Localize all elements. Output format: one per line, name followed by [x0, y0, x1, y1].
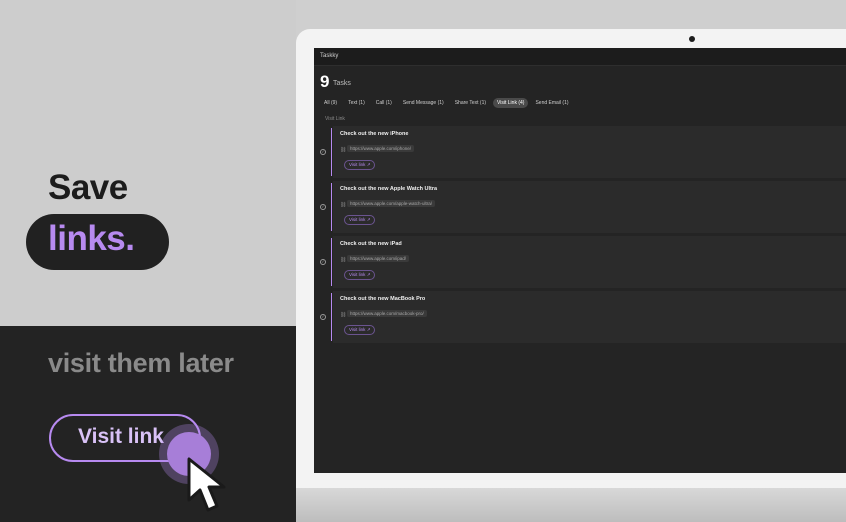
app-window: Taskky 9 Tasks All (9) Text (1) Call (1)…	[314, 48, 846, 473]
visit-link-chip[interactable]: Visit link ↗	[344, 160, 376, 170]
filter-tab-visit-link[interactable]: Visit Link (4)	[493, 98, 529, 108]
task-card[interactable]: Check out the new iPad ⛓ https://www.app…	[333, 236, 846, 288]
external-link-icon: ↗	[366, 217, 371, 222]
task-card[interactable]: Check out the new MacBook Pro ⛓ https://…	[333, 291, 846, 343]
task-list: ✓ Check out the new iPhone ⛓ https://www…	[318, 126, 846, 346]
visit-link-chip[interactable]: Visit link ↗	[344, 270, 376, 280]
link-icon: ⛓	[340, 312, 347, 318]
headline-save: Save	[48, 168, 128, 207]
task-title: Check out the new iPhone	[340, 131, 409, 137]
filter-tabs: All (9) Text (1) Call (1) Send Message (…	[320, 98, 573, 108]
task-title: Check out the new iPad	[340, 241, 402, 247]
link-icon: ⛓	[340, 147, 347, 153]
task-url[interactable]: https://www.apple.com/ipad/	[347, 255, 410, 262]
task-accent-bar	[331, 238, 332, 286]
task-accent-bar	[331, 128, 332, 176]
task-checkbox[interactable]: ✓	[320, 259, 326, 265]
task-checkbox[interactable]: ✓	[320, 149, 326, 155]
filter-tab-share-text[interactable]: Share Text (1)	[451, 98, 490, 108]
cursor-arrow-icon	[187, 457, 226, 512]
filter-tab-text[interactable]: Text (1)	[344, 98, 369, 108]
task-url[interactable]: https://www.apple.com/apple-watch-ultra/	[347, 200, 436, 207]
task-count-label: Tasks	[333, 80, 351, 87]
visit-link-chip-label: Visit link	[349, 272, 366, 277]
task-item: ✓ Check out the new iPhone ⛓ https://www…	[318, 126, 846, 178]
task-title: Check out the new Apple Watch Ultra	[340, 186, 438, 192]
camera-icon	[689, 36, 695, 42]
external-link-icon: ↗	[366, 272, 371, 277]
task-card[interactable]: Check out the new Apple Watch Ultra ⛓ ht…	[333, 181, 846, 233]
visit-link-button-label: Visit link	[78, 425, 164, 448]
title-bar	[314, 48, 846, 66]
visit-link-chip[interactable]: Visit link ↗	[344, 215, 376, 225]
task-checkbox[interactable]: ✓	[320, 204, 326, 210]
external-link-icon: ↗	[366, 162, 371, 167]
task-accent-bar	[331, 183, 332, 231]
task-item: ✓ Check out the new iPad ⛓ https://www.a…	[318, 236, 846, 288]
filter-tab-call[interactable]: Call (1)	[372, 98, 396, 108]
task-checkbox[interactable]: ✓	[320, 314, 326, 320]
filter-tab-send-email[interactable]: Send Email (1)	[531, 98, 572, 108]
task-url[interactable]: https://www.apple.com/iphone/	[347, 145, 415, 152]
task-item: ✓ Check out the new MacBook Pro ⛓ https:…	[318, 291, 846, 343]
visit-link-chip-label: Visit link	[349, 327, 366, 332]
promo-top-panel	[0, 0, 296, 326]
visit-link-chip-label: Visit link	[349, 162, 366, 167]
link-icon: ⛓	[340, 257, 347, 263]
laptop-base	[296, 488, 846, 522]
task-url[interactable]: https://www.apple.com/macbook-pro/	[347, 310, 427, 317]
app-title: Taskky	[320, 53, 339, 59]
visit-link-chip-label: Visit link	[349, 217, 366, 222]
task-accent-bar	[331, 293, 332, 341]
subline: visit them later	[48, 348, 234, 378]
task-count: 9	[320, 72, 330, 91]
headline-links: links.	[48, 219, 135, 258]
task-card[interactable]: Check out the new iPhone ⛓ https://www.a…	[333, 126, 846, 178]
external-link-icon: ↗	[366, 327, 371, 332]
visit-link-chip[interactable]: Visit link ↗	[344, 325, 376, 335]
filter-tab-send-message[interactable]: Send Message (1)	[399, 98, 448, 108]
filter-tab-all[interactable]: All (9)	[320, 98, 341, 108]
link-icon: ⛓	[340, 202, 347, 208]
task-item: ✓ Check out the new Apple Watch Ultra ⛓ …	[318, 181, 846, 233]
task-title: Check out the new MacBook Pro	[340, 296, 426, 302]
group-label: Visit Link	[325, 116, 345, 122]
